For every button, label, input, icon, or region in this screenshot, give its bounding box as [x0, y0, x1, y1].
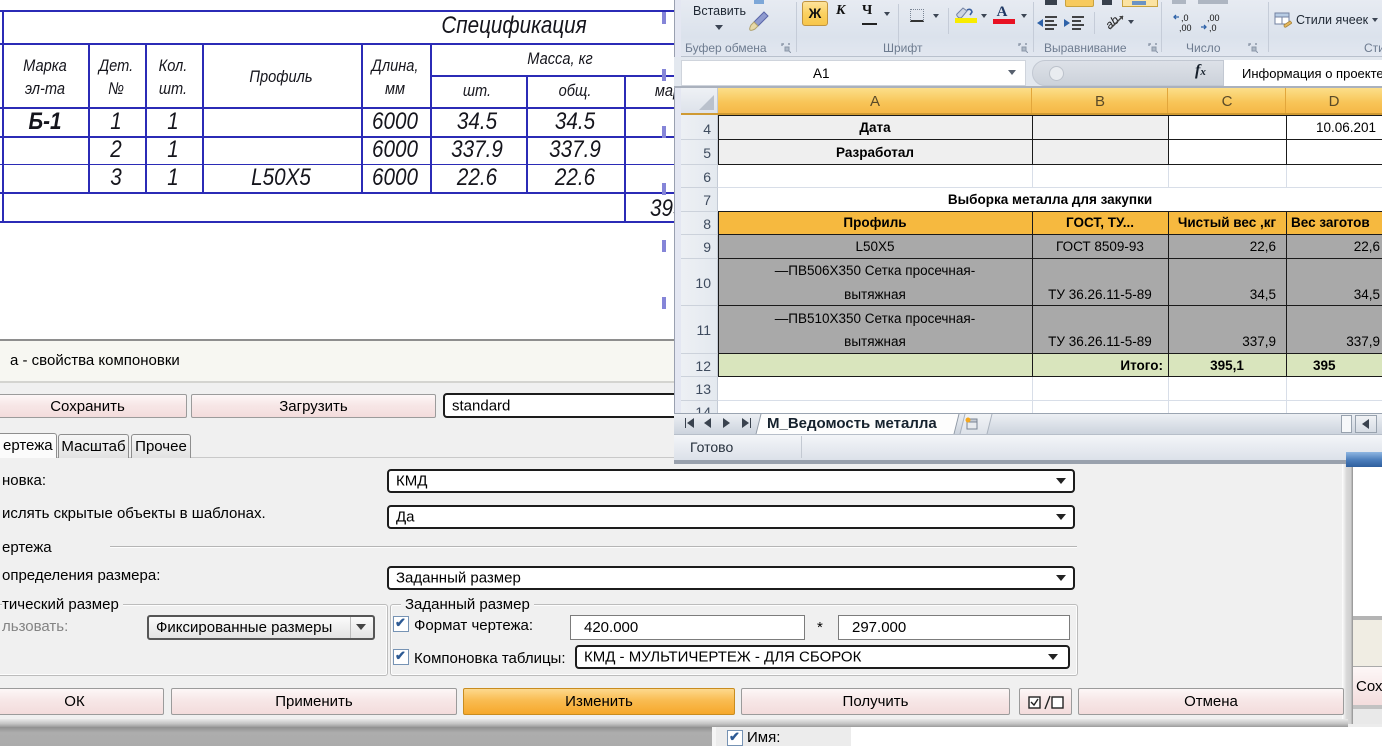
svg-text:,0: ,0 — [1209, 23, 1217, 33]
svg-text:,00: ,00 — [1207, 13, 1220, 23]
svg-text:ab: ab — [1106, 13, 1122, 31]
svg-text:,0: ,0 — [1181, 13, 1189, 23]
svg-text:,00: ,00 — [1179, 23, 1192, 33]
